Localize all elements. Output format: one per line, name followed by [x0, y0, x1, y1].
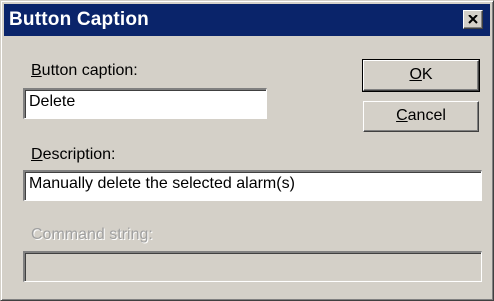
button-caption-input[interactable]: Delete: [23, 88, 267, 119]
description-input[interactable]: Manually delete the selected alarm(s): [23, 170, 482, 201]
description-label: Description:: [31, 146, 115, 164]
close-icon: [468, 15, 478, 24]
cancel-button-accel: C: [396, 107, 408, 124]
button-caption-label-accel: B: [31, 62, 42, 79]
button-caption-dialog: Button Caption Button caption: Delete De…: [0, 0, 494, 301]
button-caption-label: Button caption:: [31, 62, 138, 80]
cancel-button-rest: ancel: [407, 107, 446, 124]
window-title: Button Caption: [9, 9, 149, 30]
description-label-accel: D: [31, 146, 43, 163]
command-string-label: Command string:: [31, 226, 153, 243]
ok-button-accel: O: [409, 66, 422, 83]
cancel-button[interactable]: Cancel: [363, 101, 479, 132]
command-string-input[interactable]: [23, 251, 482, 282]
ok-button-rest: K: [421, 66, 433, 83]
title-bar[interactable]: Button Caption: [4, 4, 490, 36]
description-label-rest: escription:: [42, 146, 116, 163]
ok-button[interactable]: OK: [362, 59, 480, 92]
button-caption-label-rest: utton caption:: [41, 62, 138, 79]
close-button[interactable]: [463, 10, 483, 29]
